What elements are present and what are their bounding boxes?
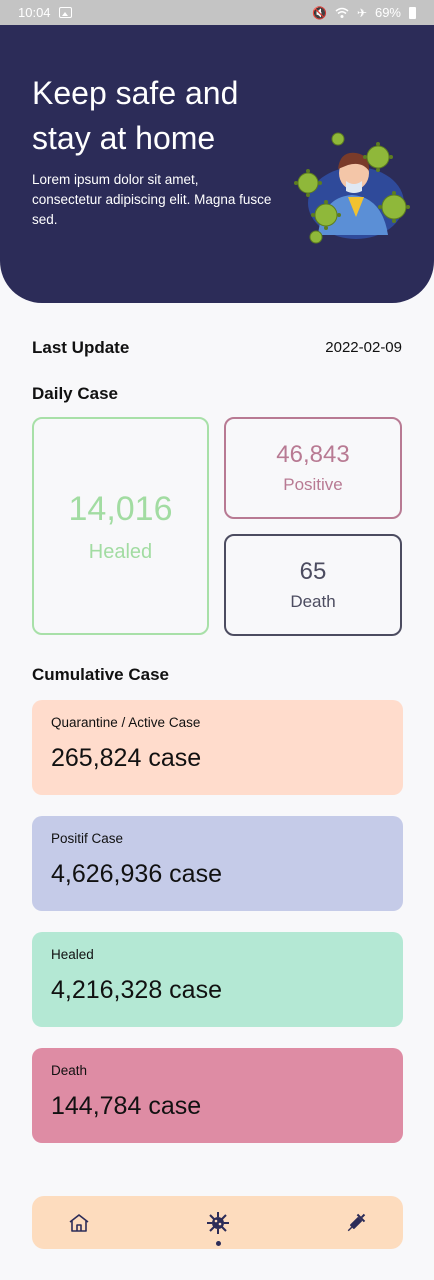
- airplane-icon: ✈: [356, 5, 367, 20]
- virus-icon: [206, 1211, 229, 1234]
- gallery-icon: [58, 7, 72, 18]
- nav-virus-button[interactable]: [205, 1210, 231, 1246]
- card-title: Healed: [51, 947, 94, 962]
- wifi-icon: [335, 7, 349, 18]
- daily-healed-label: Healed: [88, 540, 153, 563]
- status-time: 10:04: [18, 5, 51, 20]
- card-value: 4,626,936 case: [51, 860, 222, 888]
- daily-healed-value: 14,016: [68, 489, 173, 528]
- card-value: 4,216,328 case: [51, 976, 222, 1004]
- daily-positive-label: Positive: [283, 475, 343, 494]
- cumulative-card-death: Death 144,784 case: [32, 1048, 403, 1143]
- bottom-navigation: [32, 1196, 403, 1249]
- daily-positive-value: 46,843: [276, 441, 350, 468]
- daily-case-label: Daily Case: [32, 384, 118, 403]
- sick-person-illustration-icon: [294, 132, 410, 244]
- mute-icon: 🔇: [311, 5, 327, 20]
- home-icon: [69, 1213, 89, 1232]
- daily-death-value: 65: [299, 558, 327, 585]
- hero-description: Lorem ipsum dolor sit amet, consectetur …: [32, 172, 272, 227]
- syringe-icon: [347, 1213, 366, 1231]
- daily-healed-box: 14,016 Healed: [32, 417, 209, 635]
- battery-percent: 69%: [374, 5, 401, 20]
- cumulative-card-healed: Healed 4,216,328 case: [32, 932, 403, 1027]
- active-indicator-dot: [215, 1240, 221, 1246]
- card-title: Death: [51, 1063, 88, 1078]
- card-title: Positif Case: [51, 831, 124, 846]
- last-update-label: Last Update: [32, 338, 130, 357]
- battery-icon: [409, 6, 416, 19]
- daily-death-box: 65 Death: [224, 534, 402, 636]
- hero-banner: Keep safe and stay at home Lorem ipsum d…: [0, 25, 434, 303]
- card-title: Quarantine / Active Case: [51, 715, 201, 730]
- nav-home-button[interactable]: [66, 1210, 92, 1236]
- nav-vaccine-button[interactable]: [343, 1210, 369, 1236]
- cumulative-case-label: Cumulative Case: [32, 665, 169, 684]
- cumulative-card-active: Quarantine / Active Case 265,824 case: [32, 700, 403, 795]
- status-bar: 10:04 🔇 ✈ 69%: [0, 0, 434, 25]
- card-value: 265,824 case: [51, 744, 202, 772]
- hero-title: Keep safe and stay at home: [32, 75, 239, 156]
- cumulative-card-positive: Positif Case 4,626,936 case: [32, 816, 403, 911]
- daily-positive-box: 46,843 Positive: [224, 417, 402, 519]
- last-update-date: 2022-02-09: [325, 339, 402, 356]
- card-value: 144,784 case: [51, 1092, 202, 1120]
- daily-death-label: Death: [290, 592, 336, 611]
